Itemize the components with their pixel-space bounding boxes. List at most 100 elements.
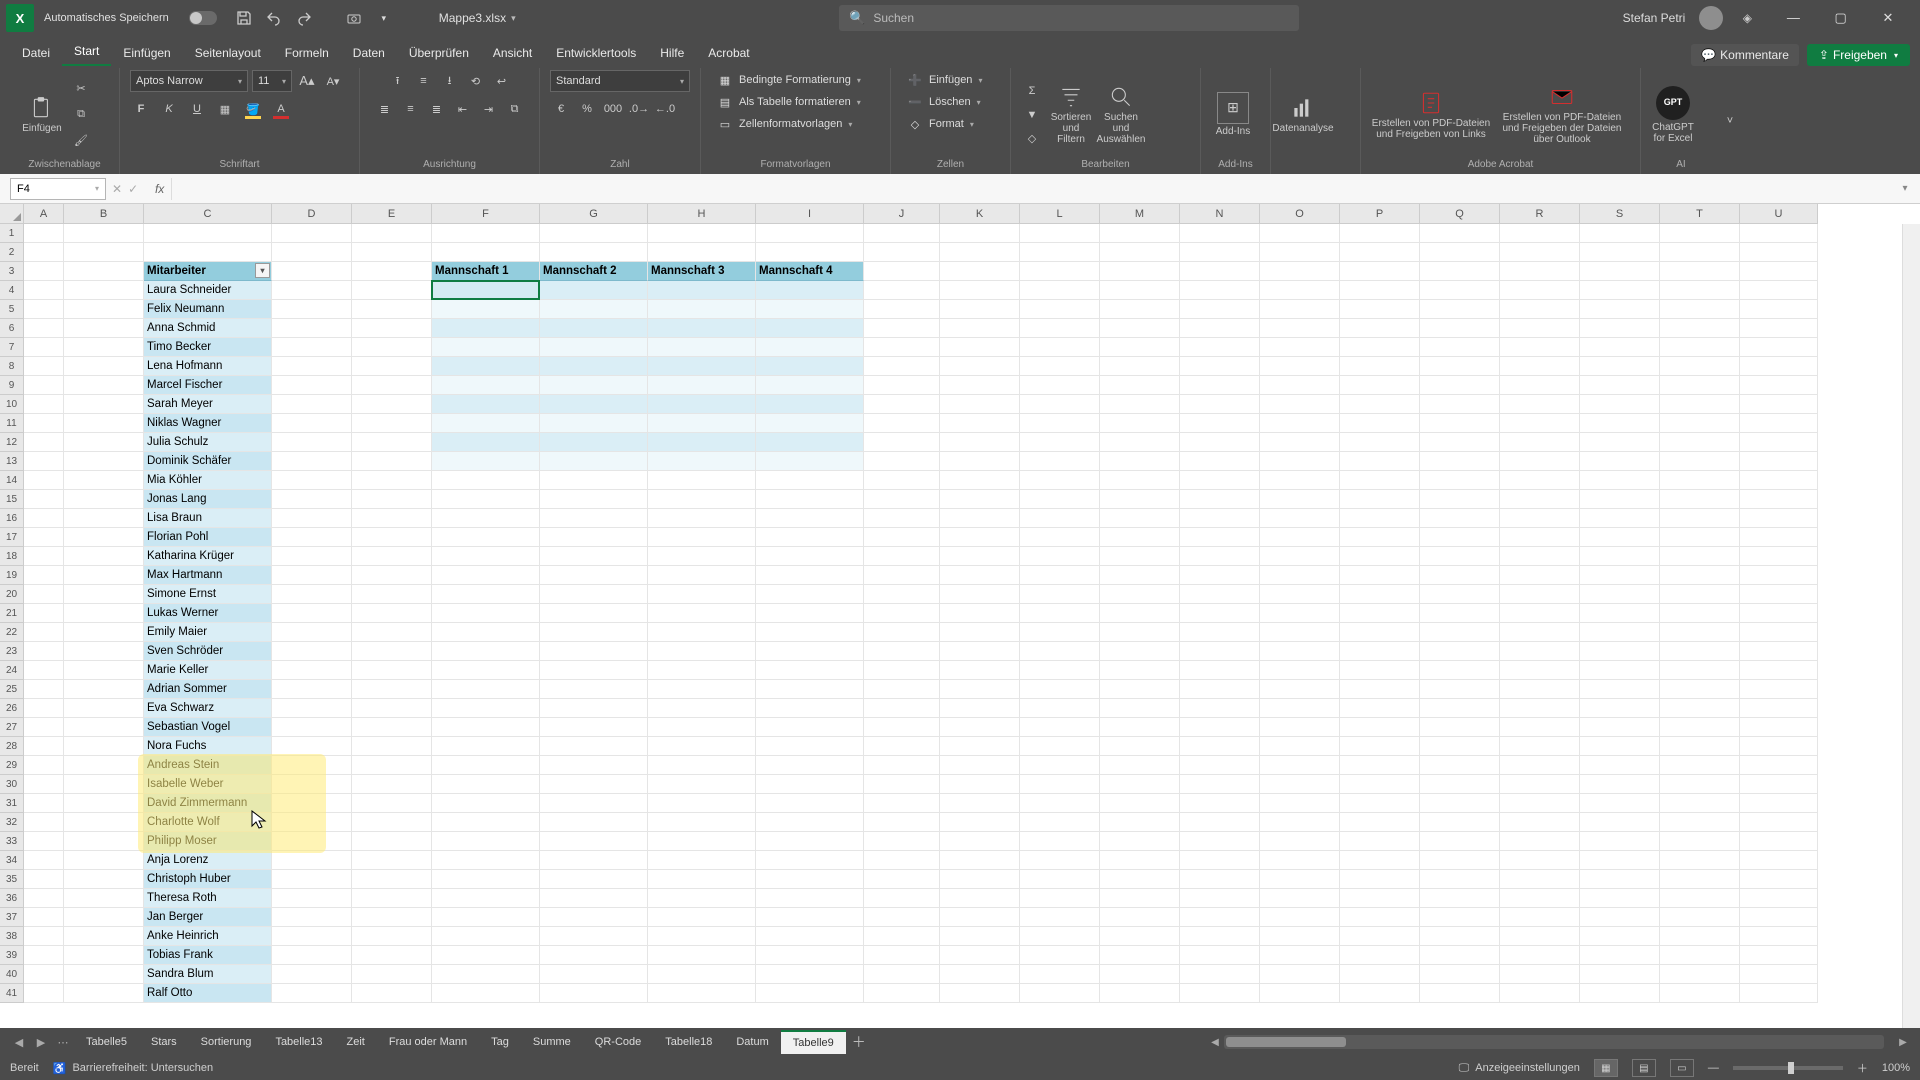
cell[interactable] [940, 965, 1020, 984]
fill-icon[interactable]: ▼ [1021, 104, 1043, 126]
cell[interactable] [1260, 243, 1340, 262]
cell[interactable] [1500, 452, 1580, 471]
cell[interactable] [432, 965, 540, 984]
cell[interactable] [648, 452, 756, 471]
cell[interactable]: Mannschaft 4 [756, 262, 864, 281]
cell[interactable] [540, 889, 648, 908]
cell[interactable] [1420, 946, 1500, 965]
cell[interactable] [352, 471, 432, 490]
cell[interactable] [1500, 870, 1580, 889]
cell[interactable] [1660, 965, 1740, 984]
column-header[interactable]: S [1580, 204, 1660, 224]
cell[interactable] [1340, 357, 1420, 376]
cell[interactable] [864, 471, 940, 490]
employee-cell[interactable]: Julia Schulz [144, 433, 272, 452]
cell[interactable] [1100, 965, 1180, 984]
cell[interactable] [24, 718, 64, 737]
cell[interactable] [272, 281, 352, 300]
cell[interactable] [864, 338, 940, 357]
cell[interactable] [1660, 832, 1740, 851]
cell[interactable] [864, 889, 940, 908]
minimize-button[interactable]: — [1771, 10, 1815, 25]
cell[interactable] [648, 965, 756, 984]
cell[interactable] [24, 927, 64, 946]
cell[interactable] [1740, 813, 1818, 832]
cell[interactable] [24, 661, 64, 680]
cell[interactable] [1500, 300, 1580, 319]
cell[interactable] [1740, 490, 1818, 509]
fill-color-icon[interactable]: 🪣 [242, 98, 264, 120]
cell[interactable] [352, 851, 432, 870]
cell[interactable] [272, 300, 352, 319]
cell[interactable] [648, 851, 756, 870]
cell[interactable] [864, 794, 940, 813]
cell[interactable] [352, 433, 432, 452]
cell[interactable] [1660, 794, 1740, 813]
cell[interactable] [1180, 490, 1260, 509]
cell[interactable] [864, 718, 940, 737]
cell[interactable] [272, 661, 352, 680]
cell[interactable] [1580, 927, 1660, 946]
cell[interactable] [1340, 414, 1420, 433]
cell[interactable] [1660, 300, 1740, 319]
cell[interactable] [756, 414, 864, 433]
row-header[interactable]: 37 [0, 908, 24, 927]
employee-cell[interactable]: Isabelle Weber [144, 775, 272, 794]
sheet-tab[interactable]: Zeit [335, 1031, 377, 1053]
cell[interactable] [1020, 357, 1100, 376]
cell[interactable] [1180, 851, 1260, 870]
cell[interactable] [1260, 908, 1340, 927]
cell[interactable] [1180, 585, 1260, 604]
cell[interactable] [1340, 889, 1420, 908]
cell[interactable] [432, 680, 540, 699]
cell[interactable] [940, 737, 1020, 756]
column-header[interactable]: C [144, 204, 272, 224]
cell[interactable] [940, 946, 1020, 965]
column-header[interactable]: K [940, 204, 1020, 224]
cell[interactable] [1260, 775, 1340, 794]
decrease-font-icon[interactable]: A▾ [322, 70, 344, 92]
cell[interactable] [1740, 623, 1818, 642]
cell[interactable] [648, 566, 756, 585]
cell[interactable] [432, 528, 540, 547]
diamond-icon[interactable]: ◈ [1737, 8, 1757, 28]
increase-font-icon[interactable]: A▴ [296, 70, 318, 92]
row-header[interactable]: 16 [0, 509, 24, 528]
cell[interactable] [648, 623, 756, 642]
row-header[interactable]: 12 [0, 433, 24, 452]
cell[interactable] [1020, 870, 1100, 889]
cell[interactable] [756, 794, 864, 813]
cell[interactable] [1740, 908, 1818, 927]
cell[interactable] [940, 224, 1020, 243]
cell[interactable] [1420, 699, 1500, 718]
cell[interactable] [1740, 851, 1818, 870]
ribbon-tab-acrobat[interactable]: Acrobat [696, 39, 761, 66]
employee-cell[interactable]: Laura Schneider [144, 281, 272, 300]
cell[interactable] [540, 224, 648, 243]
row-header[interactable]: 31 [0, 794, 24, 813]
cell[interactable] [1740, 775, 1818, 794]
cell[interactable] [1180, 547, 1260, 566]
cell[interactable] [64, 376, 144, 395]
row-header[interactable]: 41 [0, 984, 24, 1003]
cell[interactable] [1020, 889, 1100, 908]
employee-cell[interactable]: Christoph Huber [144, 870, 272, 889]
cell[interactable] [1100, 775, 1180, 794]
cell[interactable] [64, 851, 144, 870]
cell[interactable] [1180, 756, 1260, 775]
cell[interactable] [1100, 984, 1180, 1003]
cell[interactable] [1420, 889, 1500, 908]
cell[interactable] [648, 414, 756, 433]
cell[interactable] [272, 414, 352, 433]
cell[interactable] [864, 281, 940, 300]
cell[interactable] [1180, 604, 1260, 623]
cell[interactable] [1260, 376, 1340, 395]
cell[interactable] [1020, 471, 1100, 490]
cell[interactable] [1260, 661, 1340, 680]
cell[interactable] [24, 832, 64, 851]
currency-icon[interactable]: € [550, 98, 572, 120]
employee-cell[interactable]: Sebastian Vogel [144, 718, 272, 737]
cell[interactable] [24, 680, 64, 699]
cell[interactable] [1180, 889, 1260, 908]
decrease-indent-icon[interactable]: ⇤ [452, 98, 474, 120]
